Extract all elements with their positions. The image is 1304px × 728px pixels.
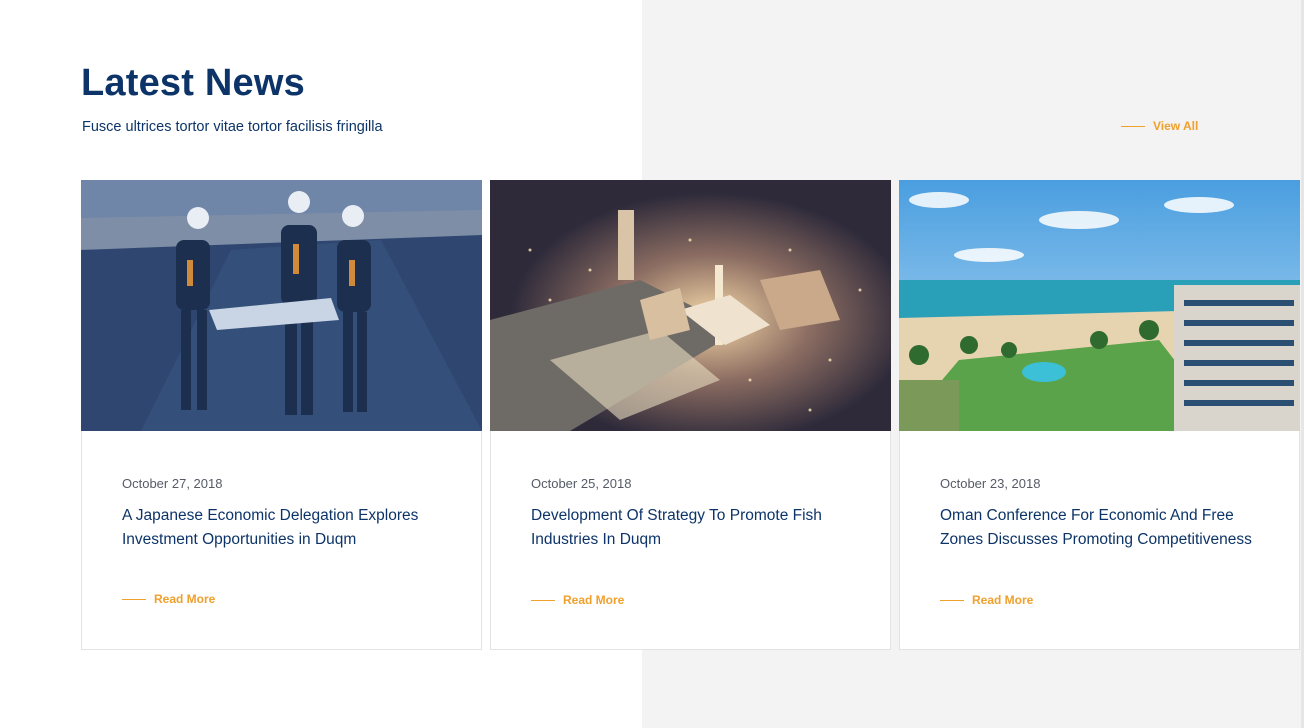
- read-more-line-icon: [122, 598, 146, 600]
- read-more-label: Read More: [972, 593, 1034, 607]
- article-date: October 25, 2018: [531, 476, 632, 491]
- news-card[interactable]: October 25, 2018 Development Of Strategy…: [490, 180, 891, 650]
- read-more-link[interactable]: Read More: [531, 593, 624, 607]
- beach-resort-photo[interactable]: [899, 180, 1300, 431]
- read-more-label: Read More: [154, 592, 216, 606]
- view-all-line-icon: [1121, 125, 1145, 127]
- read-more-line-icon: [940, 599, 964, 601]
- read-more-line-icon: [531, 599, 555, 601]
- article-headline-link[interactable]: A Japanese Economic Delegation Explores …: [122, 504, 442, 552]
- news-card[interactable]: October 27, 2018 A Japanese Economic Del…: [81, 180, 482, 650]
- article-headline-link[interactable]: Development Of Strategy To Promote Fish …: [531, 504, 851, 552]
- article-headline-link[interactable]: Oman Conference For Economic And Free Zo…: [940, 504, 1260, 552]
- read-more-link[interactable]: Read More: [122, 592, 215, 606]
- view-all-label: View All: [1153, 119, 1199, 133]
- view-all-link[interactable]: View All: [1121, 119, 1198, 133]
- city-model-night-photo[interactable]: [490, 180, 891, 431]
- section-title: Latest News: [81, 62, 305, 104]
- article-date: October 23, 2018: [940, 476, 1041, 491]
- engineers-on-road-photo[interactable]: [81, 180, 482, 431]
- read-more-link[interactable]: Read More: [940, 593, 1033, 607]
- article-date: October 27, 2018: [122, 476, 223, 491]
- read-more-label: Read More: [563, 593, 625, 607]
- news-card[interactable]: October 23, 2018 Oman Conference For Eco…: [899, 180, 1300, 650]
- section-subtitle: Fusce ultrices tortor vitae tortor facil…: [82, 119, 383, 135]
